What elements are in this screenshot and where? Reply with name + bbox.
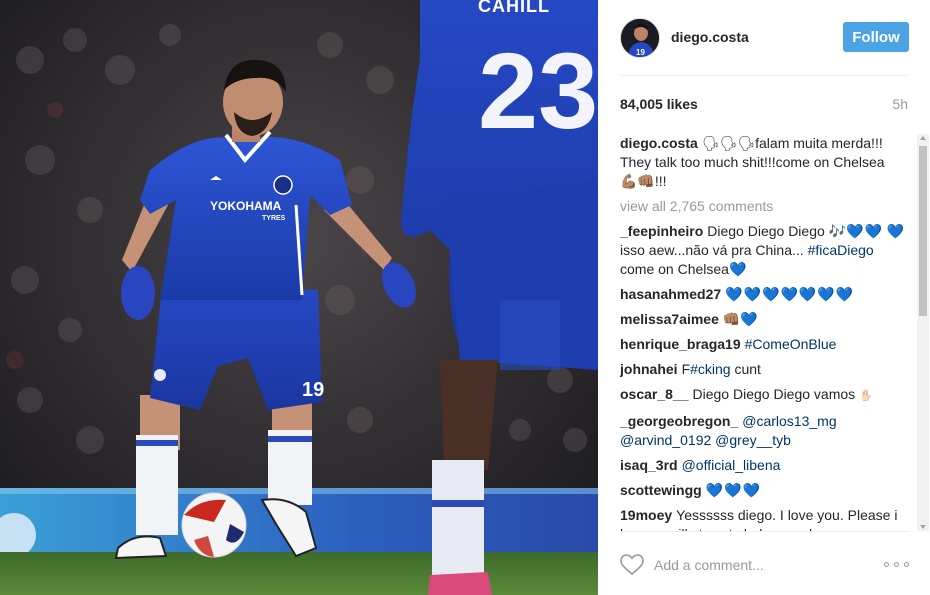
like-heart-icon[interactable] <box>620 554 644 576</box>
comment-item: henrique_braga19 #ComeOnBlue <box>620 335 910 354</box>
comment-text: Diego Diego Diego vamos <box>692 386 856 402</box>
back-jersey-name: CAHILL <box>478 0 550 16</box>
back-jersey-number: 23 <box>478 30 598 151</box>
comment-username[interactable]: oscar_8__ <box>620 386 689 402</box>
comment-text: F <box>681 361 691 377</box>
comment-item: oscar_8__ Diego Diego Diego vamos ✋🏻 <box>620 385 910 406</box>
comment-item: johnahei F#cking cunt <box>620 360 910 379</box>
comment-username[interactable]: johnahei <box>620 361 678 377</box>
comment-item: hasanahmed27 💙💙💙💙💙💙💙 <box>620 285 910 304</box>
avatar-image: 19 <box>621 19 659 57</box>
caption-text-end: !!! <box>654 173 667 189</box>
username[interactable]: diego.costa <box>671 29 749 45</box>
blue-heart-emoji: 💙 <box>740 311 759 327</box>
comment-item: _georgeobregon_ @carlos13_mg @arvind_0192… <box>620 412 910 450</box>
hand-emoji: ✋🏻 <box>859 390 873 402</box>
comment-item: isaq_3rd @official_libena <box>620 456 910 475</box>
more-options-icon[interactable] <box>884 562 910 568</box>
likes-count[interactable]: 84,005 likes <box>620 96 698 112</box>
comment-username[interactable]: melissa7aimee <box>620 311 719 327</box>
follow-button[interactable]: Follow <box>843 22 909 52</box>
comment-item: _feepinheiro Diego Diego Diego 🎶💙💙 💙 isso… <box>620 222 910 279</box>
comment-item: melissa7aimee 👊🏽💙 <box>620 310 910 329</box>
likes-row: 84,005 likes 5h <box>620 96 908 114</box>
caption-username[interactable]: diego.costa <box>620 135 698 151</box>
speaking-head-emoji: 🗣🗣🗣 <box>701 135 756 151</box>
comments-list[interactable]: diego.costa 🗣🗣🗣falam muita merda!!! They … <box>620 134 910 531</box>
hashtag-link[interactable]: #cking <box>690 361 730 377</box>
avatar[interactable]: 19 <box>620 18 660 58</box>
mention-link[interactable]: @arvind_0192 <box>620 432 711 448</box>
post-photo[interactable]: 19 YOKOHAMA TYRES CAHILL 23 <box>0 0 598 595</box>
post-time[interactable]: 5h <box>892 96 908 112</box>
blue-hearts-emoji: 💙💙 <box>846 223 883 239</box>
comment-username[interactable]: _feepinheiro <box>620 223 703 239</box>
comment-username[interactable]: isaq_3rd <box>620 457 678 473</box>
mention-link[interactable]: @grey__tyb <box>715 432 791 448</box>
comment-username[interactable]: henrique_braga19 <box>620 336 741 352</box>
comments-scrollbar[interactable] <box>917 134 929 531</box>
scrollbar-thumb[interactable] <box>919 146 927 316</box>
comment-text: cunt <box>730 361 761 377</box>
football-photo-illustration: 19 YOKOHAMA TYRES CAHILL 23 <box>0 0 598 595</box>
flexed-biceps-emoji: 💪🏽👊🏽 <box>620 173 655 189</box>
comment-text: Diego Diego Diego <box>707 223 829 239</box>
scroll-up-arrow-icon[interactable] <box>920 136 926 140</box>
add-comment-input[interactable] <box>654 555 874 575</box>
comment-username[interactable]: scottewingg <box>620 482 702 498</box>
comment-item: scottewingg 💙💙💙 <box>620 481 910 500</box>
sponsor-text: YOKOHAMA <box>210 199 282 213</box>
mention-link[interactable]: @carlos13_mg <box>742 413 836 429</box>
comment-username[interactable]: hasanahmed27 <box>620 286 721 302</box>
caption: diego.costa 🗣🗣🗣falam muita merda!!! They … <box>620 134 910 191</box>
comment-username[interactable]: _georgeobregon_ <box>620 413 738 429</box>
post-header: 19 diego.costa Follow <box>620 16 909 76</box>
comment-item: 19moey Yessssss diego. I love you. Please… <box>620 506 910 531</box>
hashtag-link[interactable]: #ficaDiego <box>808 242 874 258</box>
mention-link[interactable]: @official_libena <box>682 457 781 473</box>
blue-hearts-emoji: 💙💙💙💙💙💙💙 <box>725 286 855 302</box>
shorts-number: 19 <box>302 379 324 401</box>
post-side-panel: 19 diego.costa Follow 84,005 likes 5h di… <box>598 0 930 595</box>
blue-heart-emoji: 💙 <box>728 261 748 277</box>
hashtag-link[interactable]: #ComeOnBlue <box>745 336 837 352</box>
view-all-comments-link[interactable]: view all 2,765 comments <box>620 197 910 216</box>
sponsor-subtext: TYRES <box>262 215 286 222</box>
scroll-down-arrow-icon[interactable] <box>920 525 926 529</box>
comment-footer <box>620 531 910 595</box>
fist-emoji: 👊🏽 <box>722 311 741 327</box>
blue-hearts-emoji: 💙💙💙 <box>705 482 761 498</box>
svg-text:19: 19 <box>636 48 645 57</box>
comment-username[interactable]: 19moey <box>620 507 672 523</box>
music-notes-emoji: 🎶 <box>828 223 847 239</box>
comment-text: come on Chelsea <box>620 261 729 277</box>
